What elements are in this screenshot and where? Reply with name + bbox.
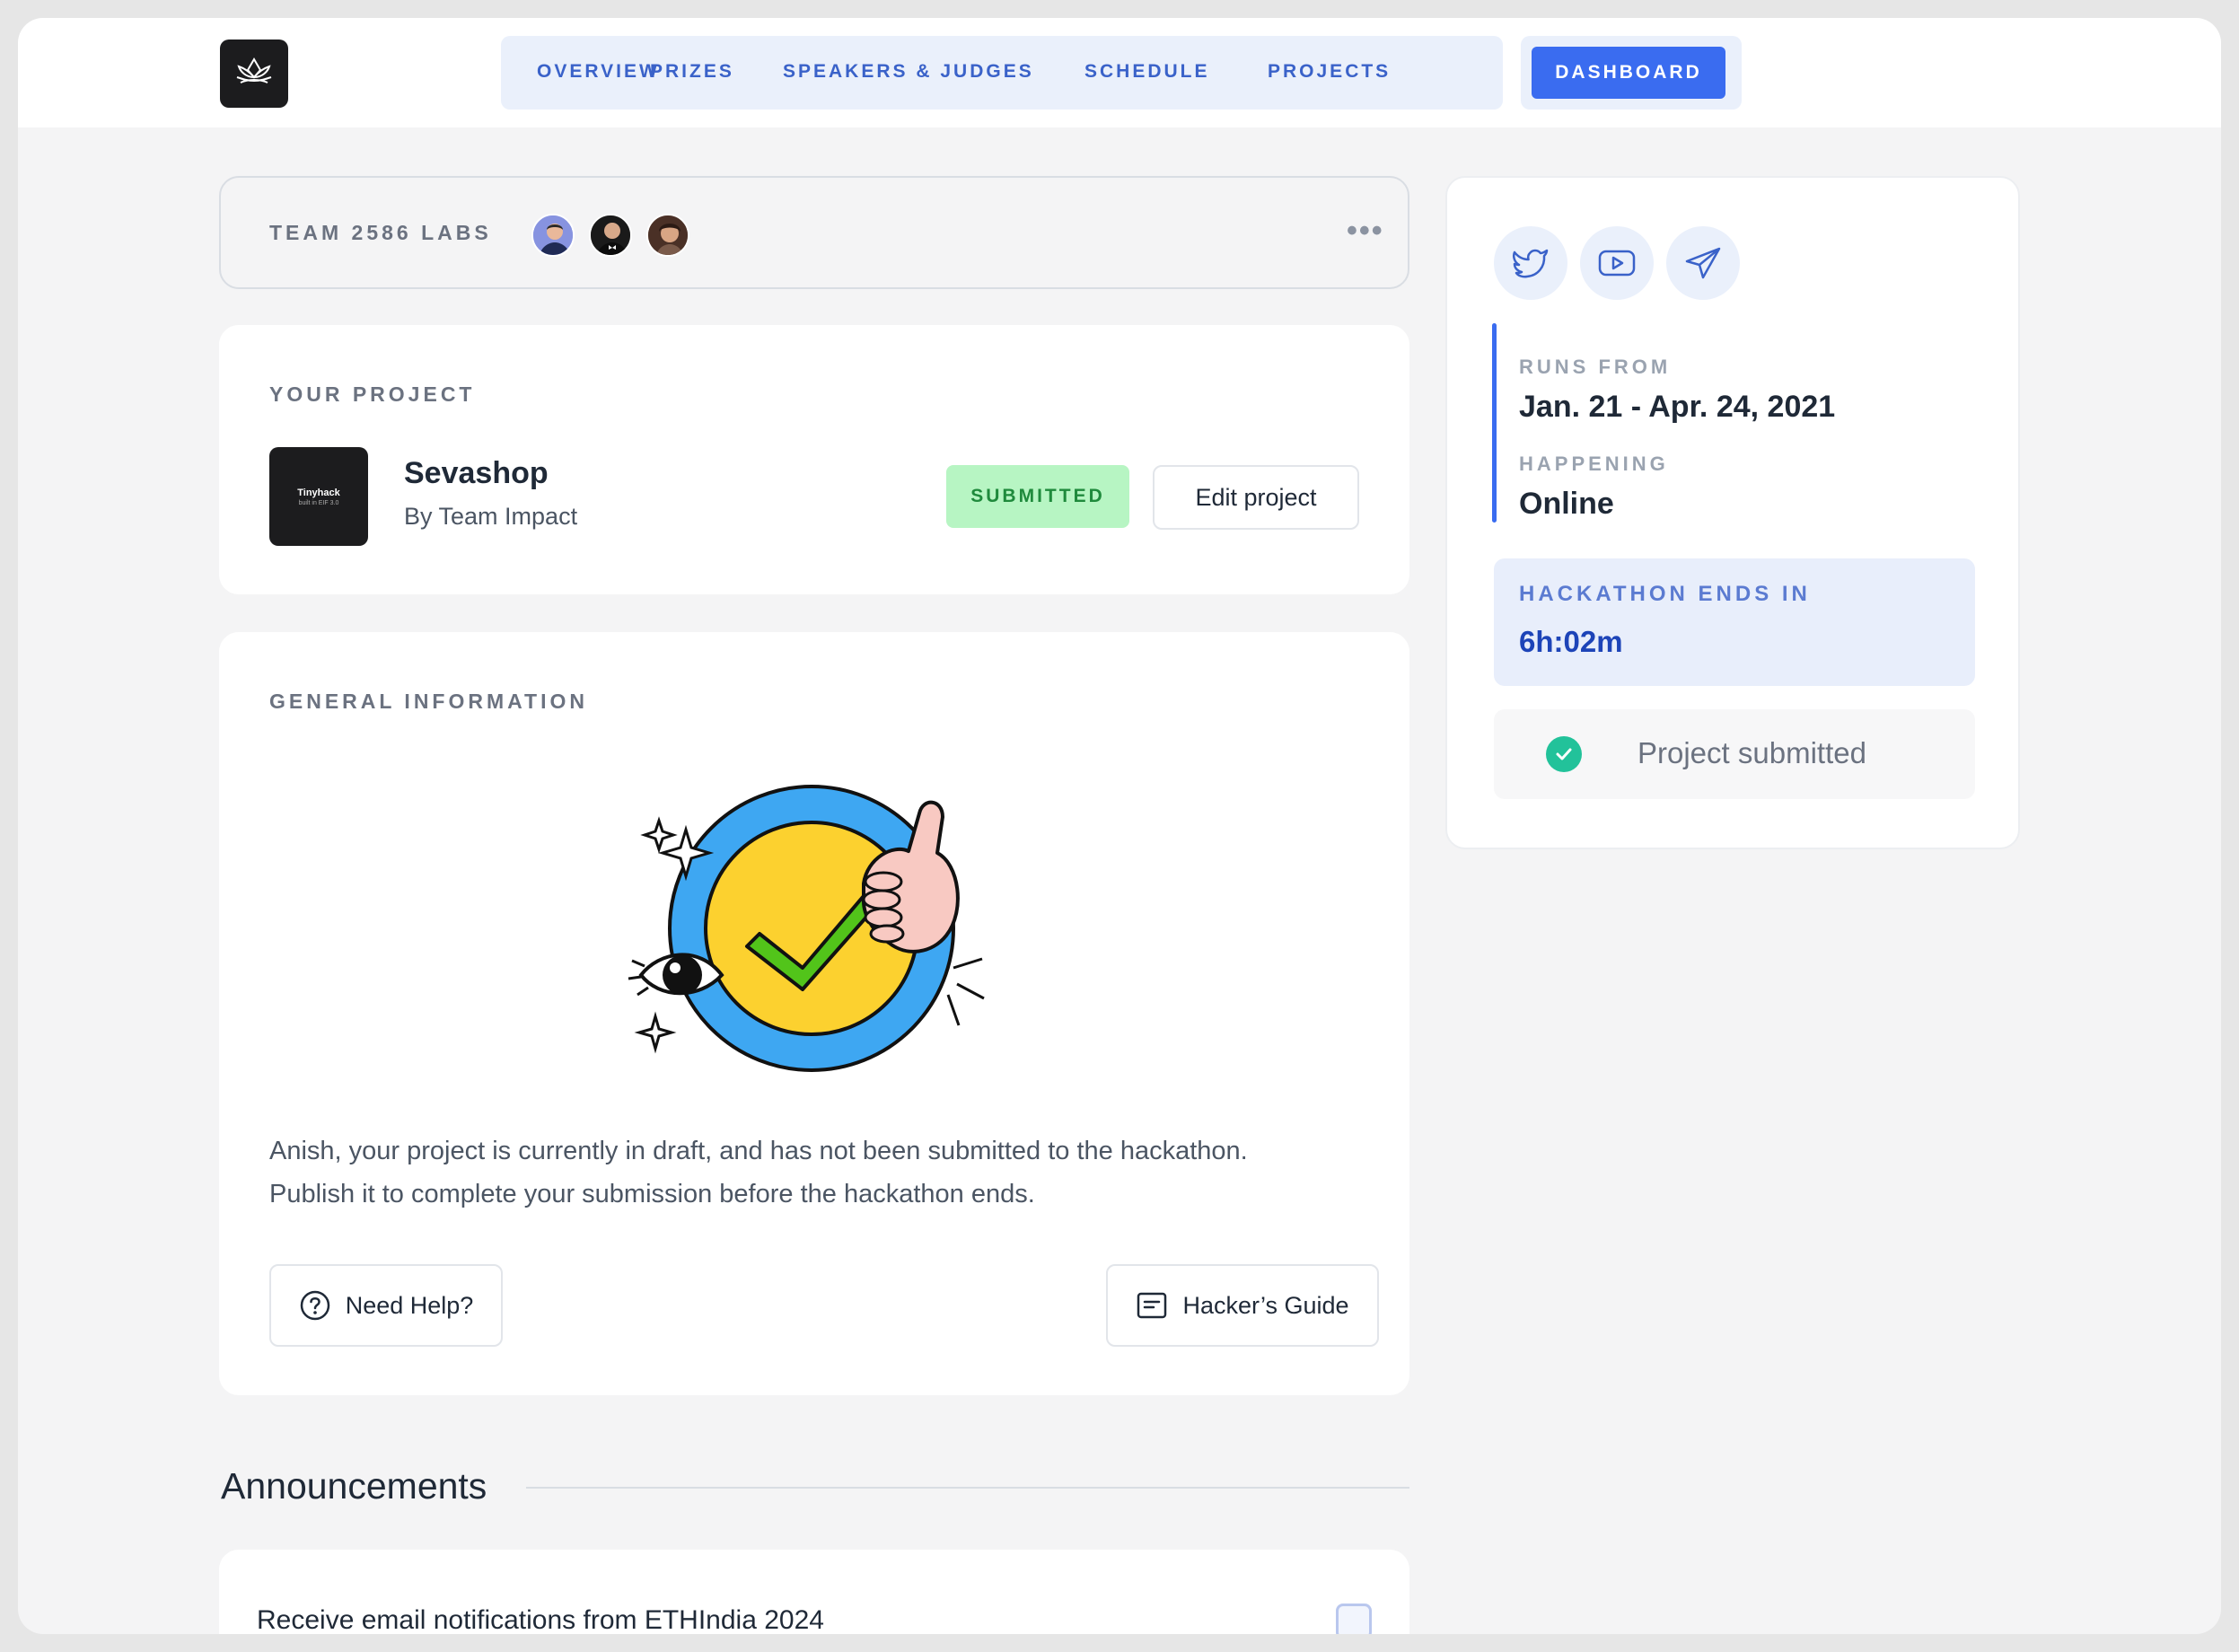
hackers-guide-label: Hacker’s Guide bbox=[1182, 1291, 1349, 1319]
logo[interactable] bbox=[220, 40, 288, 108]
more-options-icon[interactable]: ••• bbox=[1347, 214, 1384, 249]
hackathon-ends-label: HACKATHON ENDS IN bbox=[1519, 582, 1811, 606]
happening-label: HAPPENING bbox=[1519, 453, 1669, 475]
avatar[interactable] bbox=[646, 214, 689, 257]
announcements-divider bbox=[526, 1487, 1409, 1489]
hackathon-info-card: RUNS FROM Jan. 21 - Apr. 24, 2021 HAPPEN… bbox=[1445, 176, 2020, 849]
info-accent-bar bbox=[1492, 323, 1497, 523]
avatar[interactable] bbox=[589, 214, 632, 257]
nav-speakers-judges[interactable]: SPEAKERS & JUDGES bbox=[783, 61, 1034, 83]
telegram-icon bbox=[1685, 247, 1721, 279]
hackathon-ends-value: 6h:02m bbox=[1519, 625, 1623, 658]
need-help-label: Need Help? bbox=[345, 1291, 474, 1319]
nav-projects[interactable]: PROJECTS bbox=[1268, 61, 1391, 83]
telegram-link[interactable] bbox=[1666, 226, 1740, 300]
announcements-title: Announcements bbox=[221, 1465, 487, 1507]
question-circle-icon bbox=[299, 1289, 331, 1322]
nav-prizes[interactable]: PRIZES bbox=[650, 61, 734, 83]
project-team: By Team Impact bbox=[404, 503, 578, 530]
draft-message: Anish, your project is currently in draf… bbox=[269, 1129, 1365, 1216]
happening-value: Online bbox=[1519, 487, 1614, 521]
twitter-link[interactable] bbox=[1494, 226, 1567, 300]
your-project-label: YOUR PROJECT bbox=[269, 382, 476, 406]
project-submitted-status: Project submitted bbox=[1494, 709, 1975, 799]
general-information-card: GENERAL INFORMATION Anish, your project … bbox=[219, 632, 1409, 1395]
hackers-guide-button[interactable]: Hacker’s Guide bbox=[1106, 1264, 1379, 1347]
thumbnail-subtitle: built in EIF 3.0 bbox=[298, 499, 339, 506]
lotus-logo-icon bbox=[236, 57, 272, 83]
general-information-label: GENERAL INFORMATION bbox=[269, 690, 588, 713]
nav-dashboard-button[interactable]: DASHBOARD bbox=[1532, 47, 1725, 99]
edit-project-button[interactable]: Edit project bbox=[1153, 465, 1359, 530]
project-name[interactable]: Sevashop bbox=[404, 456, 549, 491]
avatar[interactable] bbox=[531, 214, 575, 257]
dashboard-tab-wrap: DASHBOARD bbox=[1521, 36, 1742, 110]
team-card: TEAM 2586 LABS ••• bbox=[219, 176, 1409, 289]
nav-schedule[interactable]: SCHEDULE bbox=[1084, 61, 1210, 83]
hackathon-countdown: HACKATHON ENDS IN 6h:02m bbox=[1494, 558, 1975, 686]
runs-from-value: Jan. 21 - Apr. 24, 2021 bbox=[1519, 390, 1836, 424]
need-help-button[interactable]: Need Help? bbox=[269, 1264, 503, 1347]
your-project-card: YOUR PROJECT Tinyhack built in EIF 3.0 S… bbox=[219, 325, 1409, 594]
twitter-icon bbox=[1512, 249, 1549, 278]
thumbnail-title: Tinyhack bbox=[297, 487, 340, 498]
email-notification-label: Receive email notifications from ETHIndi… bbox=[257, 1605, 824, 1634]
runs-from-label: RUNS FROM bbox=[1519, 356, 1672, 378]
main-nav: OVERVIEW PRIZES SPEAKERS & JUDGES SCHEDU… bbox=[501, 36, 1503, 110]
draft-message-line2: Publish it to complete your submission b… bbox=[269, 1180, 1035, 1208]
email-notification-card: Receive email notifications from ETHIndi… bbox=[219, 1550, 1409, 1634]
top-bar: OVERVIEW PRIZES SPEAKERS & JUDGES SCHEDU… bbox=[18, 18, 2221, 127]
nav-overview[interactable]: OVERVIEW bbox=[537, 61, 660, 83]
document-icon bbox=[1136, 1289, 1168, 1322]
team-name: TEAM 2586 LABS bbox=[269, 221, 492, 244]
email-notification-checkbox[interactable] bbox=[1336, 1604, 1372, 1634]
project-thumbnail[interactable]: Tinyhack built in EIF 3.0 bbox=[269, 447, 368, 546]
check-circle-icon bbox=[1546, 736, 1582, 772]
app-window: OVERVIEW PRIZES SPEAKERS & JUDGES SCHEDU… bbox=[18, 18, 2221, 1634]
draft-message-line1: Anish, your project is currently in draf… bbox=[269, 1137, 1248, 1165]
youtube-icon bbox=[1598, 250, 1636, 277]
youtube-link[interactable] bbox=[1580, 226, 1654, 300]
thumbs-up-check-illustration bbox=[623, 776, 1000, 1081]
status-badge: SUBMITTED bbox=[946, 465, 1129, 528]
project-submitted-label: Project submitted bbox=[1638, 736, 1866, 769]
